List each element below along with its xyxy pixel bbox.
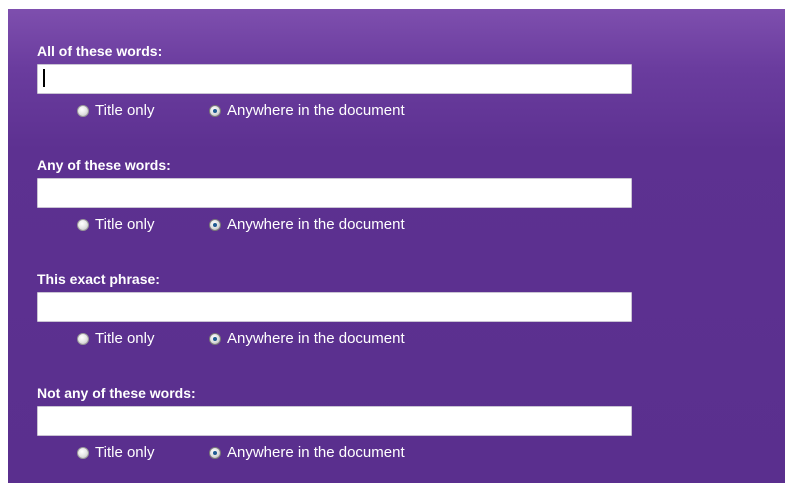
- title-only-label: Title only: [95, 102, 155, 119]
- search-options-panel: All of these words: Title only Anywhere …: [8, 9, 785, 483]
- anywhere-label: Anywhere in the document: [227, 216, 405, 233]
- exact-phrase-label: This exact phrase:: [37, 271, 160, 287]
- any-words-title-only-radio[interactable]: Title only: [77, 215, 154, 235]
- exclude-words-label: Not any of these words:: [37, 385, 196, 401]
- radio-unchecked-icon: [77, 333, 89, 345]
- anywhere-label: Anywhere in the document: [227, 444, 405, 461]
- exact-phrase-title-only-radio[interactable]: Title only: [77, 329, 154, 349]
- radio-checked-icon: [209, 333, 221, 345]
- text-caret: [43, 69, 45, 87]
- radio-checked-icon: [209, 105, 221, 117]
- exclude-words-title-only-radio[interactable]: Title only: [77, 443, 154, 463]
- anywhere-label: Anywhere in the document: [227, 330, 405, 347]
- all-words-scope-options: Title only Anywhere in the document: [77, 101, 597, 121]
- radio-unchecked-icon: [77, 105, 89, 117]
- title-only-label: Title only: [95, 444, 155, 461]
- any-words-input[interactable]: [37, 178, 632, 208]
- exact-phrase-scope-options: Title only Anywhere in the document: [77, 329, 597, 349]
- radio-checked-icon: [209, 219, 221, 231]
- any-words-label: Any of these words:: [37, 157, 171, 173]
- anywhere-label: Anywhere in the document: [227, 102, 405, 119]
- radio-checked-icon: [209, 447, 221, 459]
- exact-phrase-input[interactable]: [37, 292, 632, 322]
- exact-phrase-anywhere-radio[interactable]: Anywhere in the document: [209, 329, 405, 349]
- title-only-label: Title only: [95, 216, 155, 233]
- exclude-words-scope-options: Title only Anywhere in the document: [77, 443, 597, 463]
- title-only-label: Title only: [95, 330, 155, 347]
- all-words-title-only-radio[interactable]: Title only: [77, 101, 154, 121]
- all-words-anywhere-radio[interactable]: Anywhere in the document: [209, 101, 405, 121]
- radio-unchecked-icon: [77, 447, 89, 459]
- all-words-input[interactable]: [37, 64, 632, 94]
- any-words-anywhere-radio[interactable]: Anywhere in the document: [209, 215, 405, 235]
- exclude-words-input[interactable]: [37, 406, 632, 436]
- all-words-label: All of these words:: [37, 43, 163, 59]
- any-words-scope-options: Title only Anywhere in the document: [77, 215, 597, 235]
- radio-unchecked-icon: [77, 219, 89, 231]
- exclude-words-anywhere-radio[interactable]: Anywhere in the document: [209, 443, 405, 463]
